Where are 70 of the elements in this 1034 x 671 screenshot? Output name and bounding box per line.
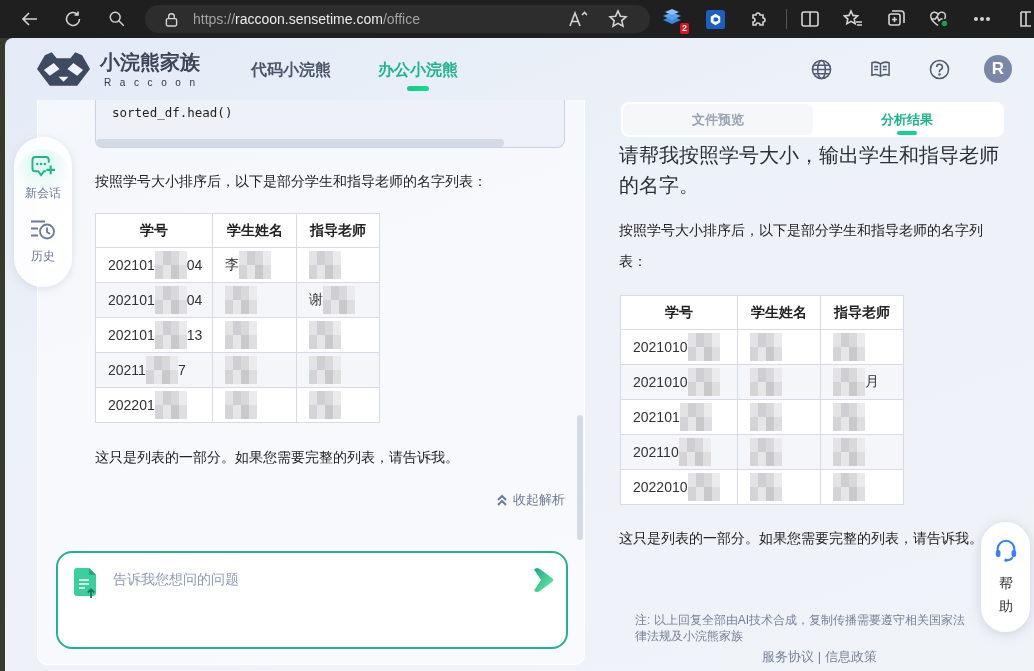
column-header: 学号	[620, 295, 738, 330]
double-chevron-up-icon	[496, 494, 508, 506]
brand-subtitle: Raccoon	[104, 77, 204, 89]
new-chat-button[interactable]: 新会话	[16, 149, 70, 202]
column-header: 指导老师	[820, 295, 904, 330]
history-clock-icon	[30, 218, 56, 241]
history-button[interactable]: 历史	[16, 212, 70, 265]
question-input[interactable]: 告诉我您想问的问题	[113, 568, 531, 590]
search-icon[interactable]	[108, 10, 126, 28]
puzzle-icon[interactable]	[749, 9, 769, 29]
cell-text: 202201	[108, 397, 155, 413]
collections-icon[interactable]	[886, 9, 906, 29]
cell-text: 2022010	[633, 479, 688, 495]
column-header: 学号	[95, 213, 213, 248]
cell-text: 202110	[633, 444, 679, 460]
question-heading: 请帮我按照学号大小，输出学生和指导老师的名字。	[619, 143, 1000, 198]
cell-text: 李	[225, 256, 239, 274]
address-bar[interactable]: https://raccoon.sensetime.com/office	[145, 5, 650, 33]
send-arrow-icon[interactable]	[531, 567, 555, 593]
book-icon[interactable]	[870, 58, 891, 80]
cell-text: 20211	[108, 362, 146, 378]
code-text: sorted_df.head()	[112, 104, 234, 122]
disclaimer-text: 注: 以上回复全部由AI技术合成，复制传播需要遵守相关国家法律法规及小浣熊家族	[635, 612, 966, 644]
answer-text: 按照学号大小排序后，以下是部分学生和指导老师的名字列表：	[95, 172, 488, 191]
answer-text: 按照学号大小排序后，以下是部分学生和指导老师的名字列表：	[619, 221, 984, 271]
cell-text: 2021010	[633, 374, 688, 390]
code-scrollbar-thumb[interactable]	[96, 139, 504, 147]
answer-text: 这只是列表的一部分。如果您需要完整的列表，请告诉我。	[95, 448, 460, 467]
cell-text: 202101	[108, 327, 155, 343]
column-header: 学生姓名	[212, 213, 297, 248]
cell-text: 202101	[108, 257, 155, 273]
split-screen-icon[interactable]	[800, 9, 820, 29]
cell-text: 谢	[309, 291, 323, 309]
lock-icon	[165, 11, 178, 27]
column-header: 学生姓名	[737, 295, 821, 330]
globe-icon[interactable]	[811, 58, 832, 80]
scrollbar-thumb[interactable]	[577, 415, 583, 540]
address-text[interactable]: https://raccoon.sensetime.com/office	[193, 11, 420, 27]
cell-text: 13	[186, 327, 203, 343]
result-tab[interactable]: 文件预览	[623, 104, 813, 135]
cell-text: 202101	[108, 292, 155, 308]
user-avatar[interactable]: R	[984, 55, 1012, 83]
chat-plus-icon	[30, 155, 56, 178]
refresh-icon[interactable]	[63, 9, 83, 29]
read-aloud-icon[interactable]	[568, 9, 588, 29]
headset-icon	[993, 538, 1018, 562]
footer-link[interactable]: 信息政策	[825, 649, 878, 664]
raccoon-face-icon[interactable]	[37, 52, 90, 86]
cell-text: 7	[177, 362, 186, 378]
link-separator: |	[817, 649, 822, 664]
nav-tab[interactable]: 代码小浣熊	[250, 59, 331, 91]
help-button[interactable]: 帮助	[981, 522, 1030, 632]
help-icon[interactable]	[929, 58, 950, 80]
cell-text: 04	[186, 257, 203, 273]
collapse-button[interactable]: 收起解析	[496, 491, 565, 509]
cell-text: 月	[865, 373, 879, 391]
favorites-icon[interactable]	[843, 9, 863, 29]
sidebar-icon[interactable]	[1019, 9, 1031, 29]
brand-name: 小浣熊家族	[100, 50, 201, 74]
notification-badge: 2	[680, 23, 689, 34]
heart-pulse-icon[interactable]	[929, 9, 949, 29]
file-upload-icon[interactable]	[74, 568, 96, 598]
footer-link[interactable]: 服务协议	[761, 649, 814, 664]
cell-text: 2021010	[633, 339, 688, 355]
answer-text: 这只是列表的一部分。如果您需要完整的列表，请告诉我。	[619, 529, 984, 548]
cell-text: 04	[186, 292, 203, 308]
column-header: 指导老师	[296, 213, 380, 248]
hexagon-app-icon[interactable]	[706, 9, 725, 29]
star-icon[interactable]	[608, 9, 628, 29]
cell-text: 202101	[633, 409, 680, 425]
